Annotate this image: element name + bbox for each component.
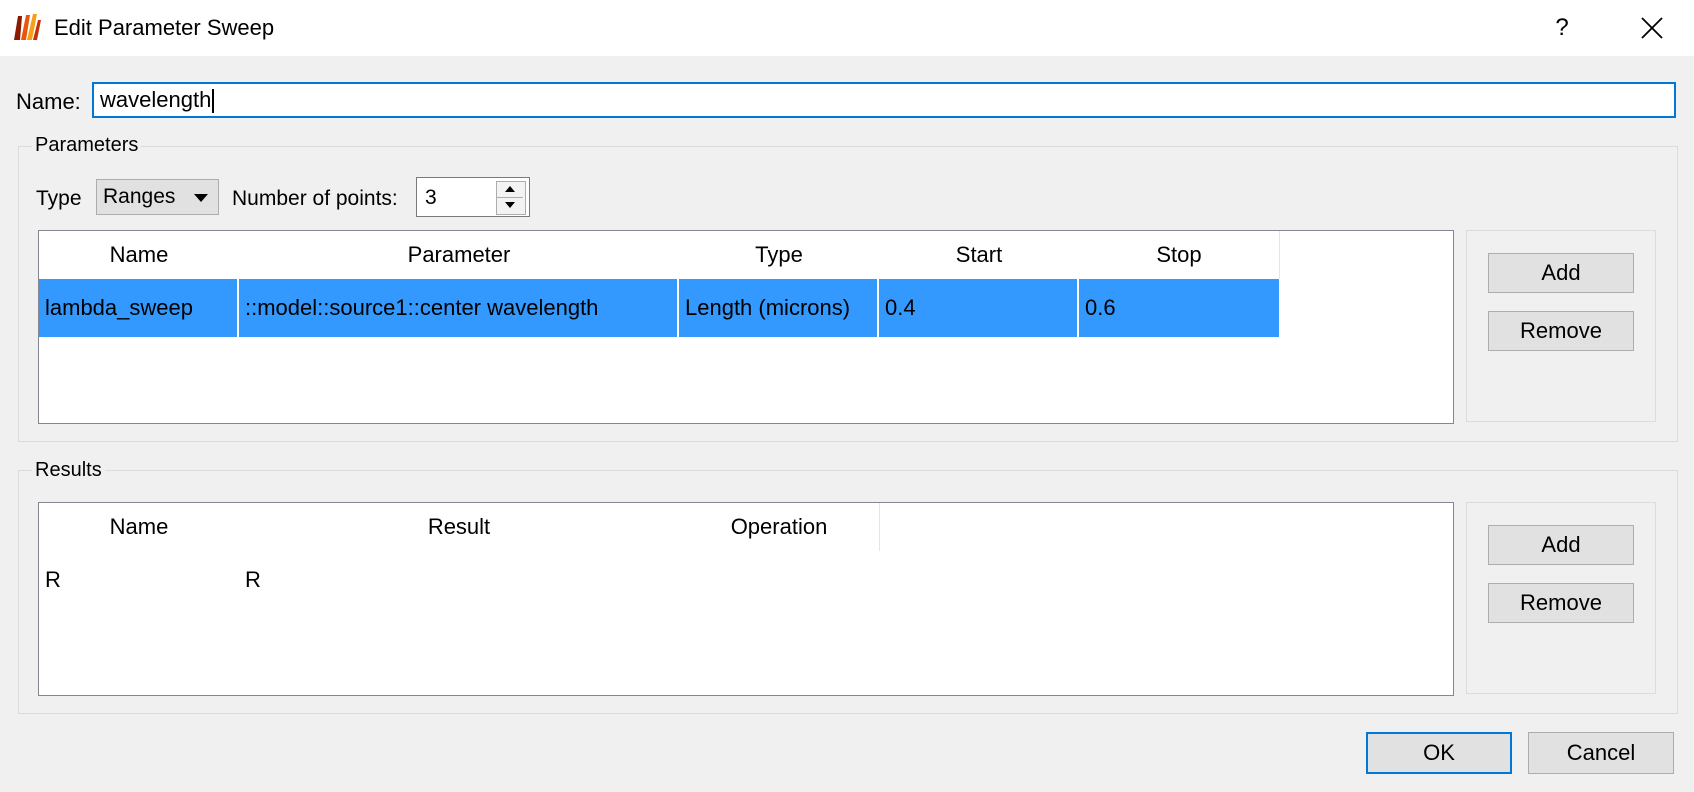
parameters-remove-button[interactable]: Remove [1488, 311, 1634, 351]
window-title: Edit Parameter Sweep [54, 15, 275, 40]
table-cell[interactable]: R [39, 551, 239, 609]
stepper-down-button[interactable] [497, 198, 523, 213]
stepper-buttons [496, 181, 526, 215]
column-header-name[interactable]: Name [39, 503, 240, 551]
arrow-down-icon [505, 202, 515, 208]
number-of-points-label: Number of points: [232, 187, 398, 210]
parameters-group-label: Parameters [32, 134, 142, 157]
close-button[interactable] [1630, 8, 1674, 48]
number-of-points-stepper[interactable]: 3 [416, 177, 530, 217]
column-header-name[interactable]: Name [39, 231, 240, 279]
app-logo-icon [14, 14, 41, 40]
close-icon [1641, 17, 1663, 39]
results-table[interactable]: Name Result Operation R R [38, 502, 1454, 696]
table-cell[interactable]: ::model::source1::center wavelength [239, 279, 679, 337]
type-dropdown-value: Ranges [103, 185, 176, 208]
parameters-table[interactable]: Name Parameter Type Start Stop lambda_sw… [38, 230, 1454, 424]
results-remove-button[interactable]: Remove [1488, 583, 1634, 623]
column-header-type[interactable]: Type [679, 231, 880, 279]
table-cell[interactable]: 0.6 [1079, 279, 1279, 337]
help-button[interactable]: ? [1540, 10, 1584, 46]
name-input-value: wavelength [100, 87, 212, 112]
name-label: Name: [16, 89, 81, 114]
results-add-button[interactable]: Add [1488, 525, 1634, 565]
chevron-down-icon [194, 194, 208, 202]
table-row[interactable]: R R [39, 551, 1279, 609]
column-header-operation[interactable]: Operation [679, 503, 880, 551]
type-label: Type [36, 187, 82, 210]
column-header-stop[interactable]: Stop [1079, 231, 1280, 279]
arrow-up-icon [505, 186, 515, 192]
ok-button[interactable]: OK [1366, 732, 1512, 774]
number-of-points-value: 3 [425, 186, 437, 209]
type-dropdown[interactable]: Ranges [96, 179, 219, 215]
results-group-label: Results [32, 459, 105, 482]
column-header-start[interactable]: Start [879, 231, 1080, 279]
cancel-button[interactable]: Cancel [1528, 732, 1674, 774]
name-input[interactable]: wavelength [92, 82, 1676, 118]
table-row[interactable]: lambda_sweep ::model::source1::center wa… [39, 279, 1279, 337]
table-cell[interactable] [679, 551, 879, 609]
stepper-up-button[interactable] [497, 182, 523, 198]
table-cell[interactable]: Length (microns) [679, 279, 879, 337]
column-header-result[interactable]: Result [239, 503, 680, 551]
table-cell[interactable]: lambda_sweep [39, 279, 239, 337]
table-cell[interactable]: 0.4 [879, 279, 1079, 337]
column-header-parameter[interactable]: Parameter [239, 231, 680, 279]
text-caret [212, 89, 215, 114]
parameters-add-button[interactable]: Add [1488, 253, 1634, 293]
table-cell[interactable]: R [239, 551, 679, 609]
